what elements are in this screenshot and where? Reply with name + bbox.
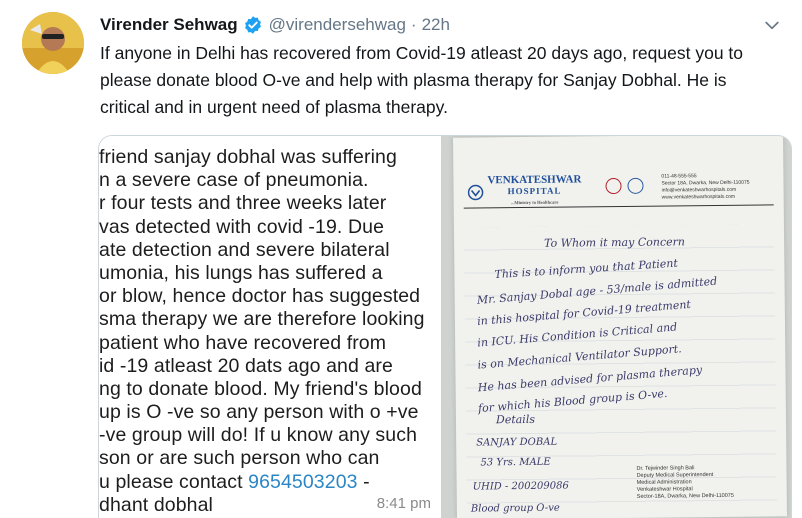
chat-line: ng to donate blood. My friend's blood — [99, 377, 422, 400]
accreditation-seal-icon — [627, 177, 644, 194]
chat-screenshot-image[interactable]: friend sanjay dobhal was suffering n a s… — [99, 136, 441, 518]
hospital-letter-image[interactable]: VENKATESHWAR HOSPITAL ...Ministry to Hea… — [441, 136, 791, 518]
author-avatar[interactable] — [22, 12, 84, 74]
chat-line: sma therapy we are therefore looking — [99, 308, 425, 331]
signature-line: Sector-18A, Dwarka, New Delhi-110075 — [636, 492, 734, 500]
details-heading: Details — [495, 412, 536, 427]
details-line: 53 Yrs. MALE — [480, 456, 551, 469]
letter-paper: VENKATESHWAR HOSPITAL ...Ministry to Hea… — [453, 136, 787, 518]
chat-line: u please contact 9654503203 - — [99, 470, 439, 494]
chat-line: n a severe case of pneumonia. — [99, 169, 369, 192]
details-line: Blood group O-ve — [470, 502, 560, 515]
author-handle[interactable]: @virendersehwag — [269, 15, 406, 35]
chat-line: patient who have recovered from — [99, 331, 387, 354]
tweet-media[interactable]: friend sanjay dobhal was suffering n a s… — [98, 135, 792, 518]
chat-line: vas detected with covid -19. Due — [99, 215, 385, 238]
tweet-header: Virender Sehwag @virendersehwag · 22h — [100, 13, 450, 37]
details-line: UHID - 200209086 — [472, 480, 569, 493]
contact-line: www.venkateshwarhospitals.com — [661, 193, 736, 201]
author-name[interactable]: Virender Sehwag — [100, 15, 238, 35]
accreditation-seal-icon — [605, 177, 622, 195]
hospital-logo: VENKATESHWAR HOSPITAL ...Ministry to Hea… — [467, 173, 582, 208]
letter-salutation: To Whom it may Concern — [544, 235, 686, 250]
chat-line-suffix: - — [357, 470, 370, 493]
tweet-text: If anyone in Delhi has recovered from Co… — [100, 43, 744, 117]
chat-line: up is O -ve so any person with o +ve — [99, 401, 419, 424]
accreditation-badges — [605, 177, 644, 195]
chat-line: friend sanjay dobhal was suffering — [99, 146, 397, 168]
details-line: SANJAY DOBAL — [476, 436, 558, 449]
chat-timestamp: 8:41 pm — [376, 495, 431, 512]
chat-line: or blow, hence doctor has suggested — [99, 285, 421, 308]
chat-line: son or are such person who can — [99, 447, 380, 470]
chat-line: -ve group will do! If u know any such — [99, 424, 418, 447]
tweet-timestamp[interactable]: 22h — [422, 15, 450, 35]
chevron-down-icon[interactable] — [762, 15, 782, 35]
separator-dot: · — [410, 15, 417, 34]
phone-number-link[interactable]: 9654503203 — [248, 471, 357, 493]
hospital-contact: 011-48-555-555 Sector 18A, Dwarka, New D… — [661, 173, 749, 202]
verified-badge-icon — [243, 15, 263, 35]
avatar-image — [22, 12, 84, 74]
chat-line: r four tests and three weeks later — [99, 192, 387, 215]
chat-line: umonia, his lungs has suffered a — [99, 261, 383, 284]
chat-line: id -19 atleast 20 dats ago and are — [99, 354, 393, 377]
hospital-logo-icon — [467, 184, 484, 200]
doctor-signature-block: Dr. Tejwinder Singh Bali Deputy Medical … — [636, 465, 733, 501]
chat-line-text: u please contact — [99, 470, 249, 493]
hospital-name: VENKATESHWAR — [487, 173, 582, 187]
chat-message: friend sanjay dobhal was suffering n a s… — [99, 146, 439, 517]
chat-line: ate detection and severe bilateral — [99, 238, 390, 261]
